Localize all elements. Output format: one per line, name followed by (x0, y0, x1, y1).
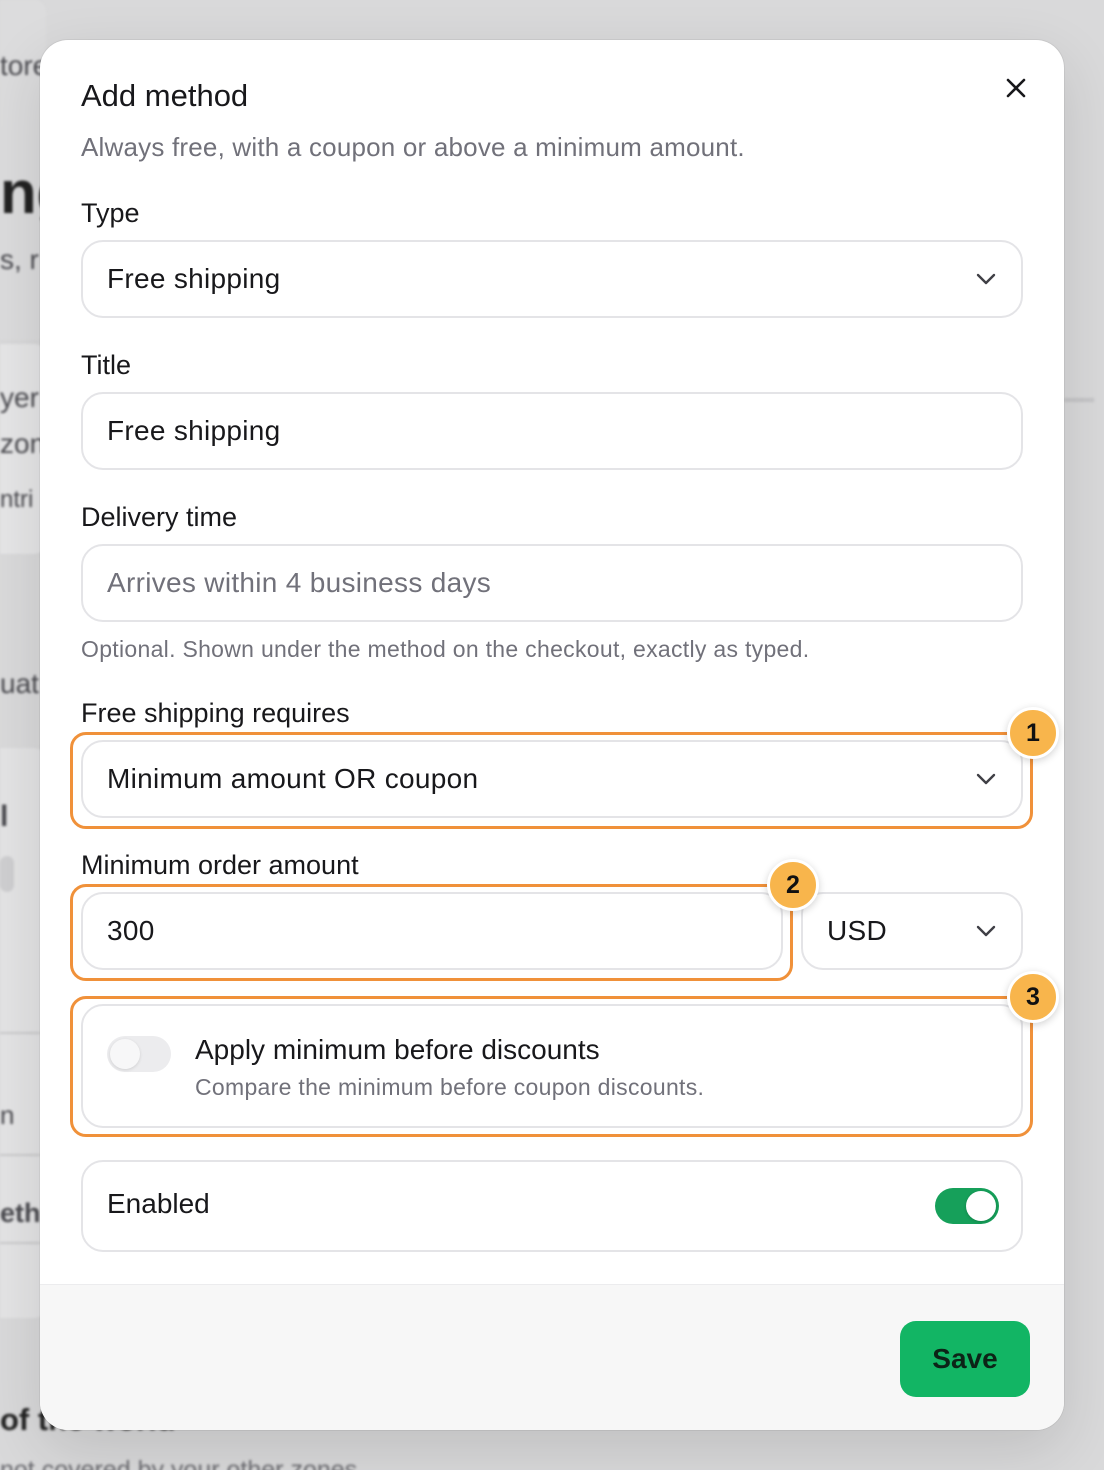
annotation-badge-3: 3 (1007, 971, 1059, 1023)
dialog-footer: Save (40, 1284, 1064, 1430)
bg-text: n (0, 1100, 15, 1130)
delivery-time-label: Delivery time (81, 502, 238, 532)
delivery-time-placeholder: Arrives within 4 business days (107, 567, 492, 598)
dialog-body: Add method Always free, with a coupon or… (40, 40, 1064, 1284)
close-icon (1005, 77, 1027, 104)
bg-divider (1064, 398, 1094, 402)
apply-before-discounts-title: Apply minimum before discounts (195, 1034, 600, 1065)
type-select[interactable]: Free shipping (81, 240, 1023, 318)
type-label: Type (81, 198, 140, 228)
annotation-badge-2: 2 (767, 859, 819, 911)
title-label: Title (81, 350, 132, 380)
apply-before-discounts-card: Apply minimum before discounts Compare t… (81, 1004, 1023, 1128)
dialog-subtitle: Always free, with a coupon or above a mi… (81, 132, 745, 162)
bg-text: eth (0, 1198, 41, 1228)
enabled-card: Enabled (81, 1160, 1023, 1252)
toggle-knob (110, 1039, 140, 1069)
title-input[interactable]: Free shipping (81, 392, 1023, 470)
requires-label: Free shipping requires (81, 698, 350, 728)
delivery-time-hint: Optional. Shown under the method on the … (81, 636, 810, 662)
minimum-amount-input[interactable]: 300 (81, 892, 783, 970)
bg-divider (0, 1032, 40, 1034)
annotation-badge-1: 1 (1007, 707, 1059, 759)
minimum-label: Minimum order amount (81, 850, 359, 880)
add-method-dialog: Add method Always free, with a coupon or… (40, 40, 1064, 1430)
bg-text: l (0, 800, 9, 833)
close-button[interactable] (996, 70, 1036, 110)
requires-select-value: Minimum amount OR coupon (107, 763, 479, 794)
minimum-amount-value: 300 (107, 915, 155, 946)
chevron-down-icon (975, 268, 997, 290)
type-select-value: Free shipping (107, 263, 281, 294)
bg-text: ntri (0, 486, 34, 513)
requires-select[interactable]: Minimum amount OR coupon (81, 740, 1023, 818)
bg-divider (0, 1242, 40, 1244)
currency-select[interactable]: USD (801, 892, 1023, 970)
delivery-time-input[interactable]: Arrives within 4 business days (81, 544, 1023, 622)
bg-text: not covered by your other zones (0, 1456, 358, 1470)
chevron-down-icon (975, 768, 997, 790)
save-button[interactable]: Save (900, 1321, 1030, 1397)
enabled-label: Enabled (107, 1188, 210, 1219)
apply-before-discounts-description: Compare the minimum before coupon discou… (195, 1074, 705, 1100)
bg-text: s, r (0, 244, 39, 275)
bg-text: zon (0, 428, 46, 459)
chevron-down-icon (975, 920, 997, 942)
currency-select-value: USD (827, 915, 888, 946)
enabled-toggle[interactable] (935, 1188, 999, 1224)
apply-before-discounts-toggle[interactable] (107, 1036, 171, 1072)
bg-text: uat (0, 668, 39, 699)
bg-divider (0, 1154, 40, 1156)
dialog-title: Add method (81, 78, 249, 113)
toggle-knob (966, 1191, 996, 1221)
bg-text: yer (0, 382, 39, 413)
bg-toggle (0, 856, 14, 892)
title-input-value: Free shipping (107, 415, 281, 446)
